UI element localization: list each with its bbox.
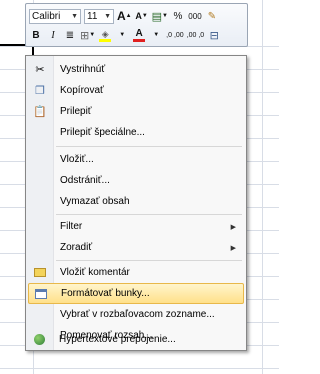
menu-item-paste[interactable]: 📋 Prilepiť xyxy=(28,101,244,122)
menu-item-label: Prilepiť xyxy=(60,106,92,117)
hyperlink-icon xyxy=(27,329,51,350)
menu-item-cut[interactable]: ✂ Vystrihnúť xyxy=(28,59,244,80)
font-name-combo[interactable]: Calibri ▼ xyxy=(29,8,81,24)
menu-item-label: Formátovať bunky... xyxy=(61,288,150,299)
menu-item-hyperlink[interactable]: Hypertextové prepojenie... xyxy=(27,330,243,349)
menu-item-clear-contents[interactable]: Vymazať obsah xyxy=(28,191,244,212)
menu-item-label: Vystrihnúť xyxy=(60,64,106,75)
borders-button[interactable]: ⊞ ▼ xyxy=(80,27,95,43)
thousands-button[interactable]: 000 xyxy=(188,8,202,24)
menu-item-insert-comment[interactable]: Vložiť komentár xyxy=(28,262,244,283)
menu-item-spacer xyxy=(28,170,52,191)
chevron-down-icon: ▼ xyxy=(89,32,96,38)
decrease-decimal-button[interactable]: ,00 ,0 xyxy=(187,27,205,43)
font-color-button[interactable]: A xyxy=(132,27,146,43)
grow-font-button[interactable]: A ▲ xyxy=(117,8,132,24)
bold-button[interactable]: B xyxy=(29,27,43,43)
chevron-down-icon: ▼ xyxy=(104,12,111,20)
menu-item-label: Vymazať obsah xyxy=(60,196,130,207)
font-size-combo[interactable]: 11 ▼ xyxy=(84,8,114,24)
menu-item-delete[interactable]: Odstrániť... xyxy=(28,170,244,191)
comment-icon xyxy=(28,262,52,283)
font-color-swatch xyxy=(133,38,146,42)
fill-color-button[interactable]: ◈ xyxy=(98,27,112,43)
format-cells-icon xyxy=(29,283,53,304)
menu-item-label: Vložiť komentár xyxy=(60,267,130,278)
italic-button[interactable]: I xyxy=(46,27,60,43)
menu-item-spacer xyxy=(28,122,52,143)
shrink-font-button[interactable]: A ▼ xyxy=(135,8,149,24)
menu-separator xyxy=(56,214,242,215)
copy-icon: ❐ xyxy=(35,85,45,97)
format-painter-button[interactable]: ✎ xyxy=(205,8,219,24)
menu-item-label: Prilepiť špeciálne... xyxy=(60,127,145,138)
fill-color-swatch xyxy=(99,38,112,42)
menu-item-label: Kopírovať xyxy=(60,85,104,96)
grow-arrow-icon: ▲ xyxy=(125,13,132,19)
menu-item-label: Vybrať v rozbaľovacom zozname... xyxy=(60,309,215,320)
paste-icon: 📋 xyxy=(33,106,47,118)
menu-item-paste-special[interactable]: Prilepiť špeciálne... xyxy=(28,122,244,143)
chevron-down-icon[interactable]: ▼ xyxy=(149,27,163,43)
center-align-icon: ≣ xyxy=(65,29,75,41)
menu-item-copy[interactable]: ❐ Kopírovať xyxy=(28,80,244,101)
menu-item-label: Filter xyxy=(60,221,83,232)
menu-item-label: Zoradiť xyxy=(60,242,93,253)
accounting-format-button[interactable]: ▤ ▼ xyxy=(152,8,168,24)
chevron-down-icon: ▼ xyxy=(71,12,78,20)
menu-item-insert[interactable]: Vložiť... xyxy=(28,149,244,170)
font-size-value: 11 xyxy=(87,10,98,22)
chevron-down-icon: ▼ xyxy=(162,13,168,19)
menu-item-filter[interactable]: Filter ▶ xyxy=(28,216,244,237)
borders-icon: ⊞ xyxy=(80,29,90,42)
menu-separator xyxy=(56,260,242,261)
center-align-button[interactable]: ≣ xyxy=(63,27,77,43)
menu-item-label: Vložiť... xyxy=(60,154,94,165)
percent-button[interactable]: % xyxy=(171,8,185,24)
menu-item-sort[interactable]: Zoradiť ▶ xyxy=(28,237,244,258)
menu-separator xyxy=(56,146,242,147)
menu-item-spacer xyxy=(28,191,52,212)
menu-item-spacer xyxy=(28,304,52,325)
menu-item-label: Odstrániť... xyxy=(60,175,110,186)
context-menu: ✂ Vystrihnúť ❐ Kopírovať 📋 Prilepiť Pril… xyxy=(25,55,247,351)
menu-item-format-cells[interactable]: Formátovať bunky... xyxy=(28,283,244,304)
menu-item-pick-from-dropdown[interactable]: Vybrať v rozbaľovacom zozname... xyxy=(28,304,244,325)
menu-item-spacer xyxy=(28,216,52,237)
merge-cells-button[interactable]: ⊟ xyxy=(207,27,221,43)
menu-item-label: Hypertextové prepojenie... xyxy=(59,334,176,345)
menu-item-spacer xyxy=(28,149,52,170)
font-name-value: Calibri xyxy=(32,10,61,22)
format-painter-icon: ✎ xyxy=(207,10,217,22)
grow-font-icon: A xyxy=(117,9,126,23)
cut-icon: ✂ xyxy=(35,64,45,76)
menu-item-spacer xyxy=(28,237,52,258)
increase-decimal-button[interactable]: ,0 ,00 xyxy=(166,27,184,43)
submenu-arrow-icon: ▶ xyxy=(230,223,236,231)
chevron-down-icon[interactable]: ▼ xyxy=(115,27,129,43)
merge-cells-icon: ⊟ xyxy=(209,29,219,42)
mini-toolbar: Calibri ▼ 11 ▼ A ▲ A ▼ ▤ ▼ % 000 ✎ B I ≣ ⊞ ▼ xyxy=(25,3,248,47)
font-color-icon: A xyxy=(135,27,143,39)
shrink-arrow-icon: ▼ xyxy=(141,13,148,19)
accounting-format-icon: ▤ xyxy=(151,10,163,23)
submenu-arrow-icon: ▶ xyxy=(230,244,236,252)
